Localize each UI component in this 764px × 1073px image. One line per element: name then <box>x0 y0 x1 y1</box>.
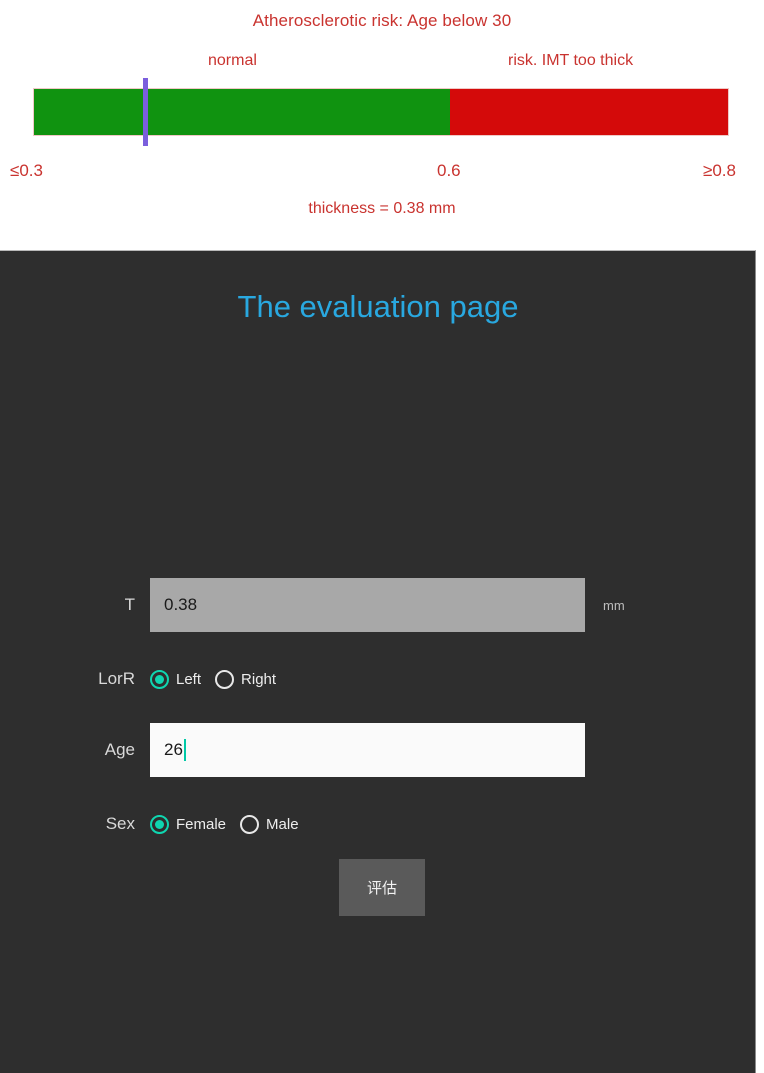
sex-radio-female-label: Female <box>176 815 227 833</box>
risk-segment-risk <box>450 89 728 135</box>
zone-label-risk: risk. IMT too thick <box>508 52 634 69</box>
thickness-field-row: T 0.38 mm <box>0 577 756 633</box>
radio-selected-icon[interactable] <box>150 669 169 689</box>
age-input-value: 26 <box>164 740 183 759</box>
side-radio-right-label: Right <box>241 670 277 688</box>
thickness-input[interactable]: 0.38 <box>150 578 585 632</box>
sex-field-label: Sex <box>105 814 135 833</box>
sex-radio-group: Female Male <box>150 814 313 834</box>
risk-segment-normal <box>34 89 451 135</box>
thickness-readout: thickness = 0.38 mm <box>308 200 456 217</box>
sex-radio-male[interactable]: Male <box>240 814 299 834</box>
page-title: The evaluation page <box>237 289 519 324</box>
side-radio-left[interactable]: Left <box>150 669 202 689</box>
age-field-label: Age <box>104 740 135 759</box>
risk-chart-panel: Atherosclerotic risk: Age below 30 norma… <box>0 0 764 250</box>
thickness-unit-label: mm <box>603 597 625 613</box>
age-field-row: Age 26 <box>0 722 756 778</box>
side-radio-group: Left Right <box>150 669 290 689</box>
scale-tick-mid: 0.6 <box>437 161 461 180</box>
radio-unselected-icon[interactable] <box>215 669 235 689</box>
evaluation-panel: The evaluation page T 0.38 mm LorR Left … <box>0 250 756 1073</box>
radio-unselected-icon[interactable] <box>240 814 260 834</box>
scale-tick-min: ≤0.3 <box>10 161 43 180</box>
age-input[interactable]: 26 <box>150 723 585 777</box>
evaluate-button[interactable]: 评估 <box>339 859 425 916</box>
sex-field-row: Sex Female Male <box>0 796 756 852</box>
sex-radio-male-label: Male <box>266 815 299 833</box>
risk-chart-title: Atherosclerotic risk: Age below 30 <box>252 11 512 30</box>
risk-scale-bar <box>33 88 729 136</box>
side-field-row: LorR Left Right <box>0 651 756 707</box>
side-radio-left-label: Left <box>176 670 202 688</box>
thickness-marker-line <box>143 78 148 146</box>
side-radio-right[interactable]: Right <box>215 669 277 689</box>
scale-tick-max: ≥0.8 <box>703 161 736 180</box>
sex-radio-female[interactable]: Female <box>150 814 227 834</box>
zone-label-normal: normal <box>208 52 257 69</box>
radio-selected-icon[interactable] <box>150 814 169 834</box>
thickness-field-label: T <box>124 595 135 614</box>
text-caret <box>183 739 186 761</box>
side-field-label: LorR <box>98 669 135 688</box>
